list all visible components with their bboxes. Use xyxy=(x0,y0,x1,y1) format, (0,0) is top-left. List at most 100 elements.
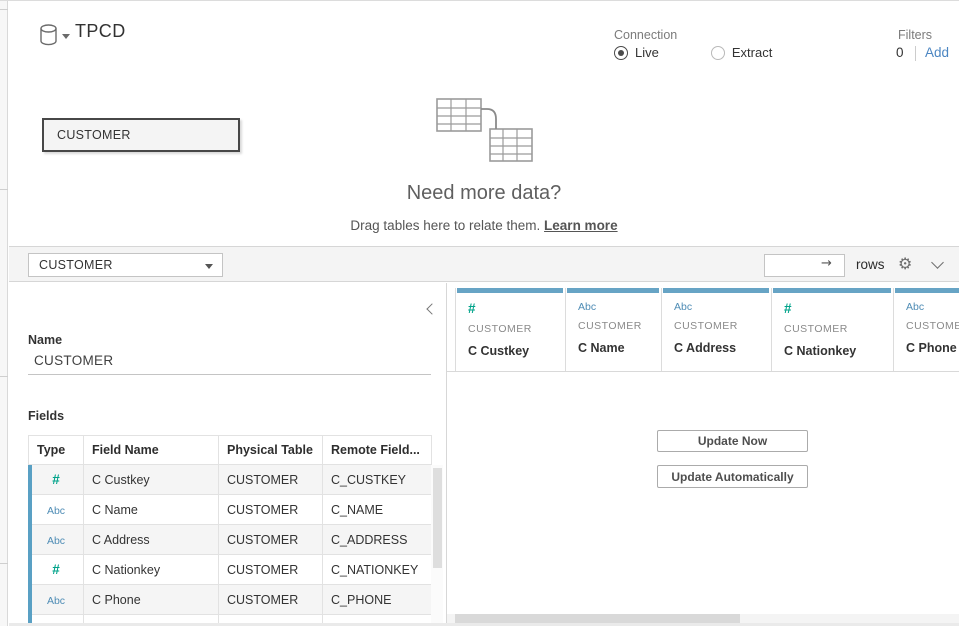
name-input-underline xyxy=(28,374,431,375)
field-name-cell: C Phone xyxy=(84,585,219,615)
col-header-physical-table[interactable]: Physical Table xyxy=(219,436,323,465)
field-type-icon[interactable]: Abc xyxy=(47,535,65,547)
fields-table-body: # C Custkey CUSTOMER C_CUSTKEY Abc C Nam… xyxy=(29,465,432,626)
filters-count: 0 xyxy=(896,45,904,60)
grid-column-field-name: C Nationkey xyxy=(784,344,893,358)
field-row[interactable]: Abc C Name CUSTOMER C_NAME xyxy=(29,495,432,525)
physical-table-cell: CUSTOMER xyxy=(219,585,323,615)
physical-table-cell: CUSTOMER xyxy=(219,555,323,585)
remote-field-cell: C_NATIONKEY xyxy=(323,555,432,585)
grid-column-header[interactable]: # CUSTOMER C Nationkey xyxy=(771,288,893,371)
grid-column-field-name: C Phone xyxy=(906,341,959,355)
field-type-icon[interactable]: # xyxy=(52,562,60,577)
table-selector-value: CUSTOMER xyxy=(39,258,113,272)
page-title: TPCD xyxy=(75,21,126,42)
chevron-down-icon[interactable] xyxy=(931,256,944,269)
grid-header-divider xyxy=(447,371,959,372)
grid-column-type-icon[interactable]: Abc xyxy=(578,301,661,313)
grid-column-field-name: C Custkey xyxy=(468,344,565,358)
selected-table-accent-bar xyxy=(28,465,32,626)
col-header-remote-field[interactable]: Remote Field... xyxy=(323,436,432,465)
table-selector-dropdown[interactable]: CUSTOMER xyxy=(28,253,223,277)
filters-label: Filters xyxy=(898,28,932,42)
field-row[interactable]: # C Custkey CUSTOMER C_CUSTKEY xyxy=(29,465,432,495)
radio-extract[interactable]: Extract xyxy=(711,45,772,60)
radio-extract-icon[interactable] xyxy=(711,46,725,60)
empty-state-hint: Drag tables here to relate them. Learn m… xyxy=(9,218,959,233)
grid-column-table-name: CUSTOMER xyxy=(906,320,959,332)
relate-tables-illustration xyxy=(9,97,959,168)
grid-column-header[interactable]: Abc CUSTOMER C Name xyxy=(565,288,661,371)
field-type-icon[interactable]: Abc xyxy=(47,505,65,517)
update-automatically-button[interactable]: Update Automatically xyxy=(657,465,808,488)
panel-divider xyxy=(446,283,447,626)
pane-edge-tick xyxy=(0,9,8,10)
collapsed-left-pane[interactable] xyxy=(0,1,8,626)
learn-more-link[interactable]: Learn more xyxy=(544,218,618,233)
fields-table-header-row: Type Field Name Physical Table Remote Fi… xyxy=(29,436,432,465)
radio-live-icon[interactable] xyxy=(614,46,628,60)
filters-divider xyxy=(915,46,916,61)
col-header-type[interactable]: Type xyxy=(29,436,84,465)
connection-label: Connection xyxy=(614,28,677,42)
fields-label: Fields xyxy=(28,409,64,423)
pane-edge-tick xyxy=(0,563,8,564)
grid-column-table-name: CUSTOMER xyxy=(578,320,661,332)
fields-table: Type Field Name Physical Table Remote Fi… xyxy=(28,435,432,626)
grid-column-header[interactable]: Abc CUSTOMER C Address xyxy=(661,288,771,371)
grid-column-type-icon[interactable]: Abc xyxy=(674,301,771,313)
database-menu-caret-icon[interactable] xyxy=(62,34,70,39)
fields-scrollbar-thumb[interactable] xyxy=(433,468,442,568)
field-name-cell: C Custkey xyxy=(84,465,219,495)
connection-options: Live Extract xyxy=(614,45,772,60)
tableau-datasource-page: TPCD Connection Live Extract Filters 0 A… xyxy=(0,0,959,626)
collapse-panel-icon[interactable] xyxy=(426,303,437,314)
grid-column-field-name: C Address xyxy=(674,341,771,355)
empty-state-title: Need more data? xyxy=(9,182,959,205)
field-name-cell: C Nationkey xyxy=(84,555,219,585)
radio-extract-label: Extract xyxy=(732,45,772,60)
name-label: Name xyxy=(28,333,62,347)
datasource-toolbar: CUSTOMER → rows ⚙ xyxy=(9,246,959,282)
rows-label: rows xyxy=(856,257,885,272)
dropdown-caret-icon xyxy=(205,264,213,269)
field-name-cell: C Address xyxy=(84,525,219,555)
remote-field-cell: C_PHONE xyxy=(323,585,432,615)
remote-field-cell: C_CUSTKEY xyxy=(323,465,432,495)
radio-live[interactable]: Live xyxy=(614,45,659,60)
grid-column-type-icon[interactable]: # xyxy=(468,301,565,316)
table-name-input[interactable] xyxy=(34,353,414,368)
grid-column-header[interactable]: # CUSTOMER C Custkey xyxy=(455,288,565,371)
grid-column-table-name: CUSTOMER xyxy=(468,323,565,335)
relationship-canvas: TPCD Connection Live Extract Filters 0 A… xyxy=(9,1,959,246)
pane-edge-tick xyxy=(0,376,8,377)
grid-column-table-name: CUSTOMER xyxy=(784,323,893,335)
data-grid-header: # CUSTOMER C Custkey Abc CUSTOMER C Name… xyxy=(455,288,959,371)
remote-field-cell: C_ADDRESS xyxy=(323,525,432,555)
field-name-cell: C Name xyxy=(84,495,219,525)
col-header-field-name[interactable]: Field Name xyxy=(84,436,219,465)
update-now-button[interactable]: Update Now xyxy=(657,430,808,452)
grid-column-header[interactable]: Abc CUSTOMER C Phone xyxy=(893,288,959,371)
field-row[interactable]: # C Nationkey CUSTOMER C_NATIONKEY xyxy=(29,555,432,585)
gear-icon[interactable]: ⚙ xyxy=(898,254,912,273)
grid-column-table-name: CUSTOMER xyxy=(674,320,771,332)
add-filter-link[interactable]: Add xyxy=(925,45,949,60)
pane-edge-tick xyxy=(0,189,8,190)
grid-column-type-icon[interactable]: Abc xyxy=(906,301,959,313)
field-type-icon[interactable]: Abc xyxy=(47,595,65,607)
grid-column-type-icon[interactable]: # xyxy=(784,301,893,316)
remote-field-cell: C_NAME xyxy=(323,495,432,525)
database-icon[interactable] xyxy=(39,24,58,46)
physical-table-cell: CUSTOMER xyxy=(219,525,323,555)
rows-limit-input[interactable] xyxy=(764,254,845,277)
physical-table-cell: CUSTOMER xyxy=(219,495,323,525)
field-row[interactable]: Abc C Address CUSTOMER C_ADDRESS xyxy=(29,525,432,555)
radio-live-label: Live xyxy=(635,45,659,60)
arrow-right-icon[interactable]: → xyxy=(821,256,832,271)
grid-column-field-name: C Name xyxy=(578,341,661,355)
physical-table-cell: CUSTOMER xyxy=(219,465,323,495)
field-type-icon[interactable]: # xyxy=(52,472,60,487)
empty-hint-text: Drag tables here to relate them. xyxy=(350,218,540,233)
field-row[interactable]: Abc C Phone CUSTOMER C_PHONE xyxy=(29,585,432,615)
